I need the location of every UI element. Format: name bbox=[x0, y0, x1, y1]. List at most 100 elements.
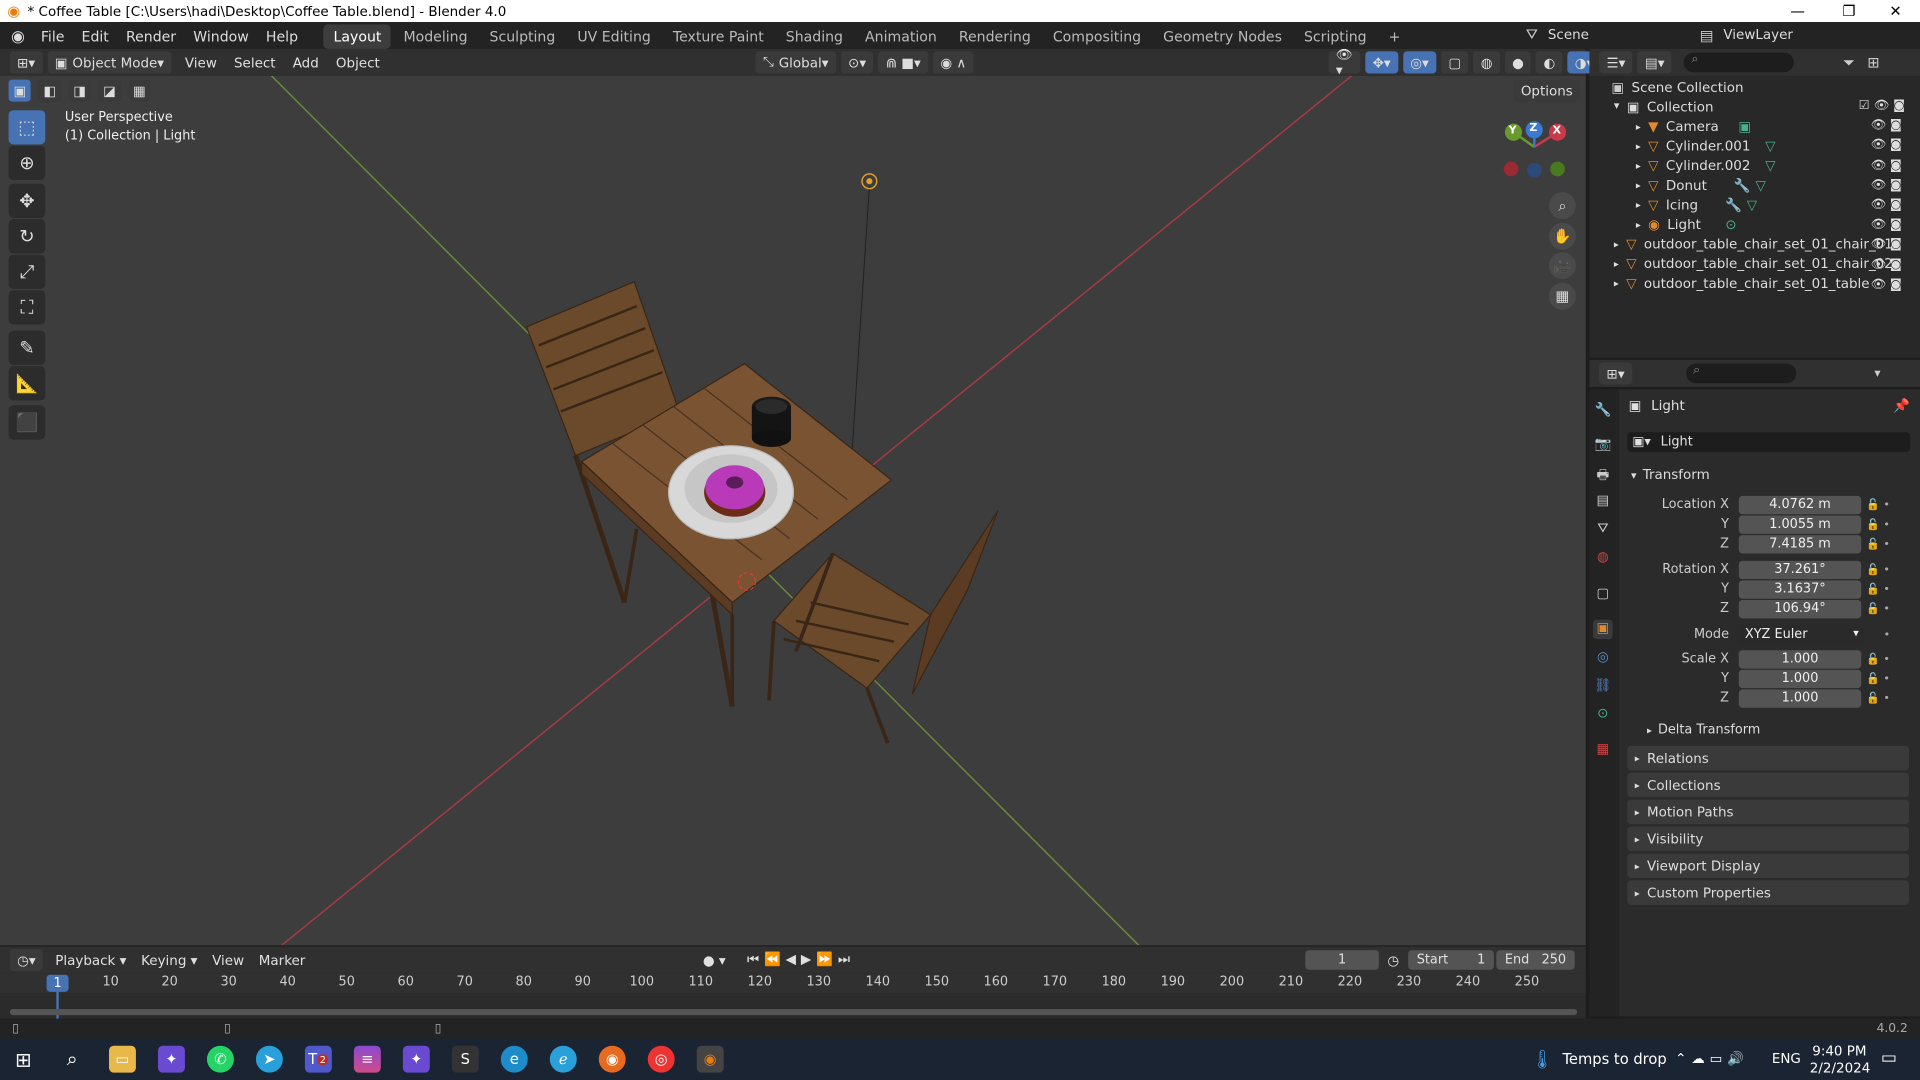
outliner-row-icing[interactable]: ▸ ▽ Icing 🔧 ▽ bbox=[1636, 195, 1757, 215]
eye-icon[interactable]: 👁 ◙ bbox=[1859, 255, 1905, 275]
menu-help[interactable]: Help bbox=[257, 28, 306, 45]
jump-end-icon[interactable]: ⏭ bbox=[838, 951, 855, 967]
collection-tab-icon[interactable]: ▢ bbox=[1593, 585, 1613, 605]
lock-icon[interactable]: 🔓 • bbox=[1866, 561, 1890, 581]
delta-transform-subpanel[interactable]: ▸ Delta Transform bbox=[1647, 722, 1760, 737]
tab-geometry-nodes[interactable]: Geometry Nodes bbox=[1153, 24, 1291, 48]
viewport-menu-select[interactable]: Select bbox=[225, 54, 284, 70]
next-keyframe-icon[interactable]: ⏩ bbox=[816, 951, 838, 967]
select-invert-icon[interactable]: ◪ bbox=[98, 79, 121, 102]
current-frame-field[interactable]: 1 bbox=[1305, 950, 1379, 970]
proportional-edit-icon[interactable]: ◉ ∧ bbox=[933, 51, 974, 74]
object-datablock-icon[interactable]: ▣▾ bbox=[1632, 435, 1651, 450]
motion-paths-panel[interactable]: ▸ Motion Paths bbox=[1627, 799, 1909, 825]
outliner-row-collection[interactable]: ▾ ▣ Collection bbox=[1614, 97, 1714, 117]
scene-tab-icon[interactable]: ⛛ bbox=[1593, 520, 1613, 540]
custom-properties-panel[interactable]: ▸ Custom Properties bbox=[1627, 880, 1909, 905]
orientation-selector[interactable]: ⤡ Global ▾ bbox=[755, 51, 836, 74]
eye-icon[interactable]: 👁 ◙ bbox=[1859, 156, 1905, 176]
teams-icon[interactable]: T2 bbox=[304, 1045, 332, 1073]
outliner-row-scene-collection[interactable]: ▣ Scene Collection bbox=[1611, 77, 1743, 97]
transform-tool-icon[interactable]: ⛶ bbox=[8, 290, 46, 325]
tab-compositing[interactable]: Compositing bbox=[1043, 24, 1151, 48]
media-app-icon[interactable]: ≡ bbox=[353, 1045, 381, 1073]
record-icon[interactable]: ● ▾ bbox=[703, 952, 726, 968]
lock-icon[interactable]: 🔓 • bbox=[1866, 580, 1890, 600]
gizmo-y-label[interactable]: Y bbox=[1509, 125, 1517, 137]
end-frame-field[interactable]: End 250 bbox=[1496, 950, 1575, 970]
tab-uv-editing[interactable]: UV Editing bbox=[568, 24, 661, 48]
solid-shading-icon[interactable]: ● bbox=[1504, 51, 1532, 74]
3d-viewport[interactable]: X Y Z User Perspective (1) Collection | … bbox=[0, 75, 1586, 946]
lock-icon[interactable]: 🔓 • bbox=[1866, 496, 1890, 516]
world-tab-icon[interactable]: ◍ bbox=[1593, 549, 1613, 569]
weather-text[interactable]: Temps to drop bbox=[1562, 1051, 1666, 1068]
filter-icon[interactable]: ⏷ bbox=[1843, 53, 1855, 71]
rotation-mode-dropdown[interactable]: XYZ Euler ▾ bbox=[1738, 625, 1864, 645]
texture-tab-icon[interactable]: ▦ bbox=[1593, 741, 1613, 761]
location-y-field[interactable]: 1.0055 m bbox=[1738, 515, 1862, 534]
tab-animation[interactable]: Animation bbox=[855, 24, 946, 48]
tab-shading[interactable]: Shading bbox=[776, 24, 853, 48]
start-frame-field[interactable]: Start 1 bbox=[1408, 950, 1494, 970]
menu-edit[interactable]: Edit bbox=[73, 28, 117, 45]
lock-icon[interactable]: 🔓 • bbox=[1866, 535, 1890, 555]
eye-icon[interactable]: 👁 ◙ bbox=[1859, 275, 1905, 295]
viewport-menu-object[interactable]: Object bbox=[327, 54, 388, 70]
options-button[interactable]: Options bbox=[1513, 79, 1581, 102]
editor-type-icon[interactable]: ⊞▾ bbox=[9, 51, 43, 74]
rotate-tool-icon[interactable]: ↻ bbox=[8, 219, 46, 254]
maximize-button[interactable]: ❐ bbox=[1824, 0, 1873, 22]
location-z-field[interactable]: 7.4185 m bbox=[1738, 535, 1862, 554]
rotation-y-field[interactable]: 3.1637° bbox=[1738, 580, 1862, 599]
physics-tab-icon[interactable]: ◎ bbox=[1593, 649, 1613, 669]
tab-texture-paint[interactable]: Texture Paint bbox=[663, 24, 773, 48]
collections-panel[interactable]: ▸ Collections bbox=[1627, 772, 1909, 798]
expand-arrow-icon[interactable]: ▸ bbox=[1636, 179, 1641, 190]
wireframe-shading-icon[interactable]: ◍ bbox=[1473, 51, 1500, 74]
add-cube-tool-icon[interactable]: ⬛ bbox=[8, 405, 46, 440]
eye-icon[interactable]: 👁 ◙ bbox=[1859, 216, 1905, 236]
pan-hand-icon[interactable]: ✋ bbox=[1548, 222, 1576, 250]
camera-view-icon[interactable]: 🎥 bbox=[1548, 252, 1576, 280]
outliner-row-cylinder-002[interactable]: ▸ ▽ Cylinder.002 ▽ bbox=[1636, 156, 1776, 176]
chrome-icon[interactable]: ◎ bbox=[647, 1045, 675, 1073]
exclude-checkbox[interactable]: ☑ 👁 ◙ bbox=[1859, 97, 1905, 117]
menu-render[interactable]: Render bbox=[117, 28, 184, 45]
outliner-search-input[interactable]: ⌕ bbox=[1684, 52, 1795, 73]
view-layer-selector[interactable]: ViewLayer bbox=[1723, 27, 1845, 43]
expand-arrow-icon[interactable]: ▸ bbox=[1614, 277, 1619, 288]
mode-selector[interactable]: ▣ Object Mode ▾ bbox=[47, 51, 172, 74]
prev-keyframe-icon[interactable]: ⏪ bbox=[764, 951, 786, 967]
xray-icon[interactable]: ▢ bbox=[1441, 51, 1469, 74]
outliner-row-donut[interactable]: ▸ ▽ Donut 🔧 ▽ bbox=[1636, 175, 1766, 195]
expand-arrow-icon[interactable]: ▸ bbox=[1636, 199, 1641, 210]
tab-scripting[interactable]: Scripting bbox=[1294, 24, 1376, 48]
scale-tool-icon[interactable]: ⤢ bbox=[8, 254, 46, 289]
telegram-icon[interactable]: ➤ bbox=[255, 1045, 283, 1073]
rotation-z-field[interactable]: 106.94° bbox=[1738, 600, 1862, 619]
select-extend-icon[interactable]: ◧ bbox=[38, 79, 61, 102]
view-layer-icon[interactable]: ▤ bbox=[1700, 26, 1714, 43]
scene-selector[interactable]: Scene bbox=[1548, 27, 1683, 43]
constraints-tab-icon[interactable]: ⛓ bbox=[1593, 677, 1613, 697]
eye-icon[interactable]: 👁 ◙ bbox=[1859, 117, 1905, 137]
file-explorer-icon[interactable]: ▭ bbox=[108, 1045, 136, 1073]
play-reverse-icon[interactable]: ◀ bbox=[786, 951, 801, 967]
properties-editor-type-icon[interactable]: ⊞▾ bbox=[1599, 362, 1632, 385]
menu-window[interactable]: Window bbox=[185, 28, 258, 45]
minimize-button[interactable]: — bbox=[1773, 0, 1822, 22]
visibility-icon[interactable]: 👁▾ bbox=[1328, 47, 1361, 78]
select-intersect-icon[interactable]: ▦ bbox=[128, 79, 151, 102]
internet-explorer-icon[interactable]: ℯ bbox=[549, 1045, 577, 1073]
object-data-tab-icon[interactable]: ⊙ bbox=[1593, 705, 1613, 725]
select-box-tool-icon[interactable]: ⬚ bbox=[8, 110, 46, 145]
eye-icon[interactable]: 👁 ◙ bbox=[1859, 236, 1905, 256]
scale-y-field[interactable]: 1.000 bbox=[1738, 669, 1862, 689]
measure-tool-icon[interactable]: 📐 bbox=[8, 366, 46, 401]
edge-icon[interactable]: e bbox=[500, 1045, 528, 1073]
timeline-menu-keying[interactable]: Keying ▾ bbox=[134, 952, 205, 968]
outliner-row-camera[interactable]: ▸ ▼ Camera ▣ bbox=[1636, 116, 1751, 136]
expand-arrow-icon[interactable]: ▸ bbox=[1636, 140, 1641, 151]
lock-icon[interactable]: 🔓 • bbox=[1866, 600, 1890, 620]
